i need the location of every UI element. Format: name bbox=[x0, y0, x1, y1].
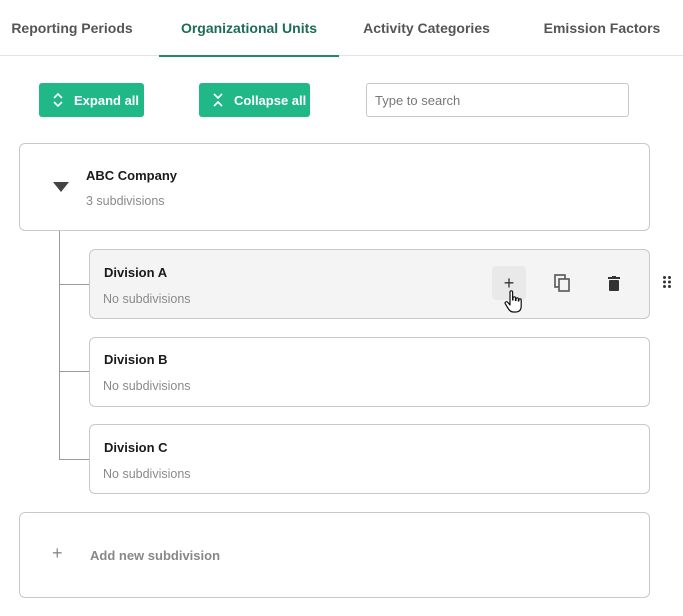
drag-handle-icon[interactable] bbox=[662, 275, 672, 289]
tree-connector-b bbox=[59, 371, 89, 372]
delete-button[interactable] bbox=[597, 266, 631, 300]
tree-connector-a bbox=[59, 284, 89, 285]
tab-bar: Reporting Periods Organizational Units A… bbox=[0, 0, 683, 57]
copy-icon bbox=[554, 274, 570, 292]
root-node-subtitle: 3 subdivisions bbox=[86, 194, 165, 208]
collapse-icon bbox=[212, 93, 224, 107]
division-c-title: Division C bbox=[104, 440, 168, 455]
collapse-all-button[interactable]: Collapse all bbox=[199, 83, 310, 117]
tab-reporting-periods[interactable]: Reporting Periods bbox=[0, 0, 144, 56]
tab-organizational-units[interactable]: Organizational Units bbox=[159, 0, 339, 57]
division-b-subtitle: No subdivisions bbox=[103, 379, 191, 393]
plus-icon: + bbox=[52, 543, 63, 563]
tab-emission-factors[interactable]: Emission Factors bbox=[536, 0, 668, 56]
collapse-all-label: Collapse all bbox=[234, 92, 307, 108]
caret-down-icon[interactable] bbox=[53, 182, 69, 192]
division-a-title: Division A bbox=[104, 265, 168, 280]
division-c-subtitle: No subdivisions bbox=[103, 467, 191, 481]
root-node-title: ABC Company bbox=[86, 168, 178, 183]
plus-icon: + bbox=[503, 272, 515, 293]
expand-icon bbox=[52, 93, 64, 107]
expand-all-button[interactable]: Expand all bbox=[39, 83, 144, 117]
add-subdivision-button[interactable]: + Add new subdivision bbox=[19, 512, 650, 598]
tab-activity-categories[interactable]: Activity Categories bbox=[354, 0, 499, 56]
add-child-button[interactable]: + bbox=[492, 266, 526, 300]
tree-connector-vertical bbox=[59, 231, 60, 459]
division-b-card[interactable]: Division B No subdivisions bbox=[89, 337, 650, 407]
expand-all-label: Expand all bbox=[74, 92, 140, 108]
division-c-card[interactable]: Division C No subdivisions bbox=[89, 424, 650, 494]
copy-button[interactable] bbox=[545, 266, 579, 300]
division-a-subtitle: No subdivisions bbox=[103, 292, 191, 306]
tree-connector-c bbox=[59, 459, 89, 460]
division-a-card[interactable]: Division A No subdivisions + bbox=[89, 249, 650, 319]
search-input[interactable] bbox=[366, 83, 629, 117]
add-subdivision-label: Add new subdivision bbox=[90, 548, 221, 563]
root-node-card[interactable]: ABC Company 3 subdivisions bbox=[19, 143, 650, 231]
trash-icon bbox=[608, 275, 620, 291]
division-b-title: Division B bbox=[104, 352, 168, 367]
